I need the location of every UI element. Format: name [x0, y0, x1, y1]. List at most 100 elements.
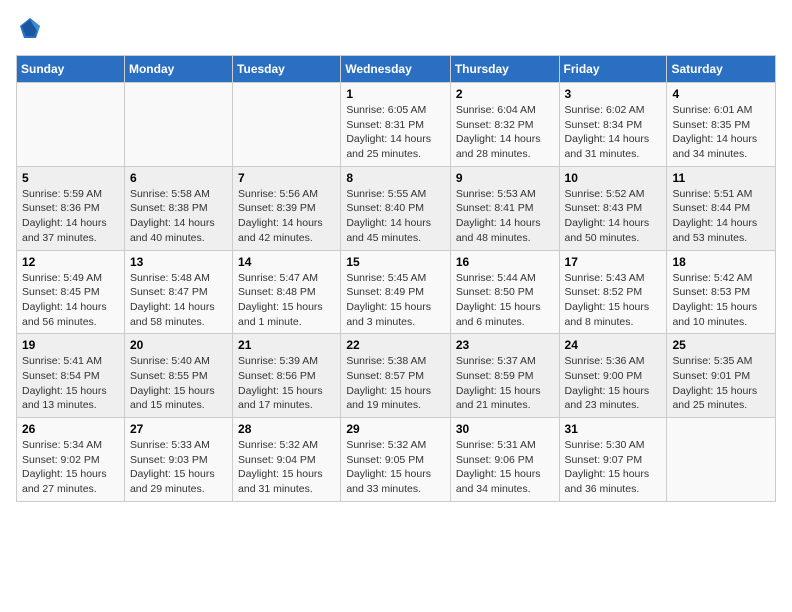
day-number: 4 [672, 87, 770, 101]
calendar-body: 1 Sunrise: 6:05 AM Sunset: 8:31 PM Daylig… [17, 83, 776, 502]
calendar-cell [667, 418, 776, 502]
day-number: 29 [346, 422, 445, 436]
day-number: 6 [130, 171, 227, 185]
day-number: 9 [456, 171, 554, 185]
day-number: 28 [238, 422, 335, 436]
day-detail: Sunrise: 5:56 AM Sunset: 8:39 PM Dayligh… [238, 187, 335, 246]
day-number: 14 [238, 255, 335, 269]
calendar-cell: 22 Sunrise: 5:38 AM Sunset: 8:57 PM Dayli… [341, 334, 451, 418]
day-number: 31 [565, 422, 662, 436]
day-number: 1 [346, 87, 445, 101]
day-number: 16 [456, 255, 554, 269]
calendar-cell [233, 83, 341, 167]
calendar-cell: 12 Sunrise: 5:49 AM Sunset: 8:45 PM Dayli… [17, 250, 125, 334]
day-detail: Sunrise: 5:42 AM Sunset: 8:53 PM Dayligh… [672, 271, 770, 330]
calendar-week-1: 1 Sunrise: 6:05 AM Sunset: 8:31 PM Daylig… [17, 83, 776, 167]
calendar-cell: 16 Sunrise: 5:44 AM Sunset: 8:50 PM Dayli… [450, 250, 559, 334]
day-number: 18 [672, 255, 770, 269]
day-detail: Sunrise: 5:53 AM Sunset: 8:41 PM Dayligh… [456, 187, 554, 246]
day-detail: Sunrise: 6:05 AM Sunset: 8:31 PM Dayligh… [346, 103, 445, 162]
calendar-week-4: 19 Sunrise: 5:41 AM Sunset: 8:54 PM Dayli… [17, 334, 776, 418]
calendar-cell: 8Sunrise: 5:55 AM Sunset: 8:40 PM Daylig… [341, 166, 451, 250]
day-number: 21 [238, 338, 335, 352]
day-detail: Sunrise: 5:38 AM Sunset: 8:57 PM Dayligh… [346, 354, 445, 413]
weekday-header-thursday: Thursday [450, 56, 559, 83]
weekday-header-wednesday: Wednesday [341, 56, 451, 83]
day-number: 20 [130, 338, 227, 352]
calendar-header: SundayMondayTuesdayWednesdayThursdayFrid… [17, 56, 776, 83]
day-number: 5 [22, 171, 119, 185]
calendar-week-5: 26Sunrise: 5:34 AM Sunset: 9:02 PM Dayli… [17, 418, 776, 502]
calendar-week-2: 5 Sunrise: 5:59 AM Sunset: 8:36 PM Daylig… [17, 166, 776, 250]
day-detail: Sunrise: 5:39 AM Sunset: 8:56 PM Dayligh… [238, 354, 335, 413]
calendar-cell: 15 Sunrise: 5:45 AM Sunset: 8:49 PM Dayli… [341, 250, 451, 334]
day-detail: Sunrise: 5:31 AM Sunset: 9:06 PM Dayligh… [456, 438, 554, 497]
day-detail: Sunrise: 5:43 AM Sunset: 8:52 PM Dayligh… [565, 271, 662, 330]
day-number: 30 [456, 422, 554, 436]
day-detail: Sunrise: 6:02 AM Sunset: 8:34 PM Dayligh… [565, 103, 662, 162]
day-number: 11 [672, 171, 770, 185]
day-detail: Sunrise: 5:34 AM Sunset: 9:02 PM Dayligh… [22, 438, 119, 497]
calendar-cell: 13 Sunrise: 5:48 AM Sunset: 8:47 PM Dayli… [124, 250, 232, 334]
day-detail: Sunrise: 5:59 AM Sunset: 8:36 PM Dayligh… [22, 187, 119, 246]
day-number: 7 [238, 171, 335, 185]
calendar-cell: 21 Sunrise: 5:39 AM Sunset: 8:56 PM Dayli… [233, 334, 341, 418]
day-number: 22 [346, 338, 445, 352]
day-number: 24 [565, 338, 662, 352]
calendar-cell: 29 Sunrise: 5:32 AM Sunset: 9:05 PM Dayli… [341, 418, 451, 502]
day-number: 15 [346, 255, 445, 269]
day-detail: Sunrise: 5:55 AM Sunset: 8:40 PM Dayligh… [346, 187, 445, 246]
day-detail: Sunrise: 5:58 AM Sunset: 8:38 PM Dayligh… [130, 187, 227, 246]
calendar-cell: 1 Sunrise: 6:05 AM Sunset: 8:31 PM Daylig… [341, 83, 451, 167]
weekday-header-friday: Friday [559, 56, 667, 83]
day-number: 25 [672, 338, 770, 352]
day-detail: Sunrise: 5:47 AM Sunset: 8:48 PM Dayligh… [238, 271, 335, 330]
day-detail: Sunrise: 5:35 AM Sunset: 9:01 PM Dayligh… [672, 354, 770, 413]
calendar-cell: 23Sunrise: 5:37 AM Sunset: 8:59 PM Dayli… [450, 334, 559, 418]
calendar-cell: 3Sunrise: 6:02 AM Sunset: 8:34 PM Daylig… [559, 83, 667, 167]
calendar-cell [124, 83, 232, 167]
calendar-cell: 30 Sunrise: 5:31 AM Sunset: 9:06 PM Dayli… [450, 418, 559, 502]
calendar-cell: 7 Sunrise: 5:56 AM Sunset: 8:39 PM Daylig… [233, 166, 341, 250]
calendar-cell [17, 83, 125, 167]
logo-icon [18, 16, 42, 40]
day-detail: Sunrise: 5:41 AM Sunset: 8:54 PM Dayligh… [22, 354, 119, 413]
day-number: 19 [22, 338, 119, 352]
calendar-cell: 14 Sunrise: 5:47 AM Sunset: 8:48 PM Dayli… [233, 250, 341, 334]
calendar-cell: 2 Sunrise: 6:04 AM Sunset: 8:32 PM Daylig… [450, 83, 559, 167]
calendar-cell: 18 Sunrise: 5:42 AM Sunset: 8:53 PM Dayli… [667, 250, 776, 334]
calendar-cell: 19 Sunrise: 5:41 AM Sunset: 8:54 PM Dayli… [17, 334, 125, 418]
calendar-cell: 9 Sunrise: 5:53 AM Sunset: 8:41 PM Daylig… [450, 166, 559, 250]
calendar-cell: 6 Sunrise: 5:58 AM Sunset: 8:38 PM Daylig… [124, 166, 232, 250]
day-detail: Sunrise: 5:45 AM Sunset: 8:49 PM Dayligh… [346, 271, 445, 330]
day-number: 17 [565, 255, 662, 269]
day-number: 13 [130, 255, 227, 269]
calendar-cell: 4 Sunrise: 6:01 AM Sunset: 8:35 PM Daylig… [667, 83, 776, 167]
calendar-cell: 17 Sunrise: 5:43 AM Sunset: 8:52 PM Dayli… [559, 250, 667, 334]
day-detail: Sunrise: 6:04 AM Sunset: 8:32 PM Dayligh… [456, 103, 554, 162]
calendar-cell: 28Sunrise: 5:32 AM Sunset: 9:04 PM Dayli… [233, 418, 341, 502]
calendar-cell: 26Sunrise: 5:34 AM Sunset: 9:02 PM Dayli… [17, 418, 125, 502]
calendar-cell: 20 Sunrise: 5:40 AM Sunset: 8:55 PM Dayli… [124, 334, 232, 418]
weekday-header-tuesday: Tuesday [233, 56, 341, 83]
day-detail: Sunrise: 5:32 AM Sunset: 9:05 PM Dayligh… [346, 438, 445, 497]
calendar-cell: 24 Sunrise: 5:36 AM Sunset: 9:00 PM Dayli… [559, 334, 667, 418]
day-detail: Sunrise: 5:44 AM Sunset: 8:50 PM Dayligh… [456, 271, 554, 330]
day-detail: Sunrise: 5:36 AM Sunset: 9:00 PM Dayligh… [565, 354, 662, 413]
weekday-header-saturday: Saturday [667, 56, 776, 83]
day-number: 2 [456, 87, 554, 101]
day-detail: Sunrise: 5:51 AM Sunset: 8:44 PM Dayligh… [672, 187, 770, 246]
day-number: 12 [22, 255, 119, 269]
calendar-cell: 27Sunrise: 5:33 AM Sunset: 9:03 PM Dayli… [124, 418, 232, 502]
logo [16, 16, 42, 45]
day-number: 10 [565, 171, 662, 185]
day-detail: Sunrise: 5:37 AM Sunset: 8:59 PM Dayligh… [456, 354, 554, 413]
day-detail: Sunrise: 5:49 AM Sunset: 8:45 PM Dayligh… [22, 271, 119, 330]
day-detail: Sunrise: 5:48 AM Sunset: 8:47 PM Dayligh… [130, 271, 227, 330]
day-detail: Sunrise: 5:40 AM Sunset: 8:55 PM Dayligh… [130, 354, 227, 413]
day-number: 27 [130, 422, 227, 436]
day-detail: Sunrise: 6:01 AM Sunset: 8:35 PM Dayligh… [672, 103, 770, 162]
weekday-header-monday: Monday [124, 56, 232, 83]
day-detail: Sunrise: 5:52 AM Sunset: 8:43 PM Dayligh… [565, 187, 662, 246]
weekday-header-sunday: Sunday [17, 56, 125, 83]
